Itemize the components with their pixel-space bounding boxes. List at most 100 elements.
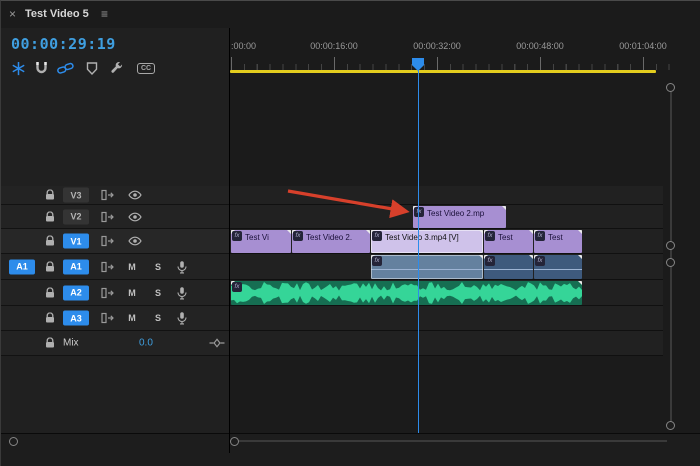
mute-button[interactable]: M xyxy=(125,288,139,298)
video-clip-selected[interactable]: fx Test Video 3.mp4 [V] xyxy=(371,230,483,253)
mic-icon[interactable] xyxy=(177,286,187,299)
video-clip[interactable]: fx Test xyxy=(534,230,582,253)
vertical-scroll-handle-bottom[interactable] xyxy=(666,421,675,430)
timeline-settings-icon[interactable] xyxy=(108,60,126,76)
track-divider-handle-upper[interactable] xyxy=(666,241,675,250)
timeline-panel: × Test Video 5 ≡ 00:00:29:19 CC V3 V2 V1… xyxy=(0,0,700,466)
timeline-lane-a3 xyxy=(229,306,663,331)
clip-label: Test Video 2. xyxy=(306,234,353,242)
clip-label: Test Video 2.mp xyxy=(427,210,485,218)
lock-icon[interactable] xyxy=(45,189,55,201)
sync-lock-icon[interactable] xyxy=(101,211,115,223)
eye-icon[interactable] xyxy=(128,190,142,200)
mix-volume-value[interactable]: 0.0 xyxy=(139,338,153,349)
snap-magnet-icon[interactable] xyxy=(32,60,50,76)
fx-badge-icon: fx xyxy=(535,231,545,241)
sync-lock-icon[interactable] xyxy=(101,312,115,324)
track-target-a3[interactable]: A3 xyxy=(63,310,89,326)
fx-badge-icon: fx xyxy=(535,256,545,266)
fx-badge-icon: fx xyxy=(232,282,242,292)
sync-lock-icon[interactable] xyxy=(101,235,115,247)
fx-badge-icon: fx xyxy=(372,231,382,241)
track-header-v1: V1 xyxy=(1,229,229,254)
track-target-a2[interactable]: A2 xyxy=(63,285,89,300)
track-target-a1[interactable]: A1 xyxy=(63,259,89,274)
vertical-scroll-handle-top[interactable] xyxy=(666,83,675,92)
fx-badge-icon: fx xyxy=(372,256,382,266)
mute-button[interactable]: M xyxy=(125,313,139,323)
fx-badge-icon: fx xyxy=(485,256,495,266)
add-marker-icon[interactable] xyxy=(83,60,101,76)
track-header-panel: 00:00:29:19 CC V3 V2 V1 A1 A1 M S A2 M S… xyxy=(1,28,229,433)
video-clip[interactable]: fx Test Video 2. xyxy=(292,230,370,253)
timeline-lane-mix xyxy=(229,331,663,356)
lock-icon[interactable] xyxy=(45,261,55,272)
time-ruler[interactable] xyxy=(229,57,673,70)
sync-lock-icon[interactable] xyxy=(101,261,115,273)
nest-toggle-icon[interactable] xyxy=(9,60,27,76)
track-target-v3[interactable]: V3 xyxy=(63,187,89,203)
mic-icon[interactable] xyxy=(177,260,187,273)
lock-icon[interactable] xyxy=(45,235,55,247)
horizontal-scrollbar-track[interactable] xyxy=(239,440,667,442)
video-clip[interactable]: fx Test Video 2.mp xyxy=(413,206,506,228)
source-patch-a1[interactable]: A1 xyxy=(9,259,35,274)
solo-button[interactable]: S xyxy=(151,262,165,272)
audio-waveform-clip[interactable]: fx xyxy=(231,281,582,305)
timecode-display[interactable]: 00:00:29:19 xyxy=(11,35,116,53)
playhead-line[interactable] xyxy=(418,58,419,433)
ruler-label: 00:01:04:00 xyxy=(619,41,667,51)
lock-icon[interactable] xyxy=(45,337,55,349)
track-target-v2[interactable]: V2 xyxy=(63,209,89,224)
mix-track-label: Mix xyxy=(63,337,79,349)
vertical-scrollbar-track[interactable] xyxy=(670,92,672,422)
panel-menu-icon[interactable]: ≡ xyxy=(101,7,108,21)
fx-badge-icon: fx xyxy=(232,231,242,241)
ruler-label: :00:00 xyxy=(231,41,257,51)
solo-button[interactable]: S xyxy=(151,288,165,298)
lock-icon[interactable] xyxy=(45,287,55,298)
video-clip[interactable]: fx Test Vi xyxy=(231,230,291,253)
timeline-toolbar: CC xyxy=(1,58,229,78)
ruler-label: 00:00:48:00 xyxy=(516,41,564,51)
panel-title[interactable]: Test Video 5 xyxy=(25,8,89,20)
horizontal-scroll-handle[interactable] xyxy=(230,437,239,446)
captions-icon[interactable]: CC xyxy=(136,60,156,76)
lock-icon[interactable] xyxy=(45,312,55,324)
track-header-v3: V3 xyxy=(1,186,229,205)
header-scroll-handle[interactable] xyxy=(9,437,18,446)
scrollbar-divider xyxy=(1,433,700,434)
sync-lock-icon[interactable] xyxy=(101,189,115,201)
clip-label: Test Vi xyxy=(245,234,269,242)
audio-clip[interactable]: fx xyxy=(484,255,533,279)
panel-tab-bar: × Test Video 5 ≡ xyxy=(1,1,700,29)
eye-icon[interactable] xyxy=(128,212,142,222)
mic-icon[interactable] xyxy=(177,312,187,325)
track-header-a3: A3 M S xyxy=(1,306,229,331)
close-icon[interactable]: × xyxy=(9,7,16,21)
video-clip[interactable]: fx Test xyxy=(484,230,533,253)
ruler-label: 00:00:32:00 xyxy=(413,41,461,51)
track-target-v1[interactable]: V1 xyxy=(63,233,89,249)
linked-selection-icon[interactable] xyxy=(56,60,74,76)
sync-lock-icon[interactable] xyxy=(101,287,115,299)
eye-icon[interactable] xyxy=(128,236,142,246)
lock-icon[interactable] xyxy=(45,211,55,222)
clip-label: Test xyxy=(548,234,563,242)
fx-badge-icon: fx xyxy=(414,207,424,217)
audio-waveform xyxy=(231,282,582,304)
clip-label: Test Video 3.mp4 [V] xyxy=(385,234,459,242)
solo-button[interactable]: S xyxy=(151,313,165,323)
track-header-v2: V2 xyxy=(1,205,229,229)
track-header-a1: A1 A1 M S xyxy=(1,254,229,280)
clip-label: Test xyxy=(498,234,513,242)
mute-button[interactable]: M xyxy=(125,262,139,272)
audio-clip-selected[interactable]: fx xyxy=(371,255,483,279)
track-divider-handle-lower[interactable] xyxy=(666,258,675,267)
audio-clip[interactable]: fx xyxy=(534,255,582,279)
track-header-a2: A2 M S xyxy=(1,280,229,306)
panel-divider xyxy=(229,28,230,453)
work-area-bar[interactable] xyxy=(230,70,656,73)
timeline-lane-v3 xyxy=(229,186,663,205)
keyframe-nav-icon[interactable] xyxy=(209,338,225,349)
